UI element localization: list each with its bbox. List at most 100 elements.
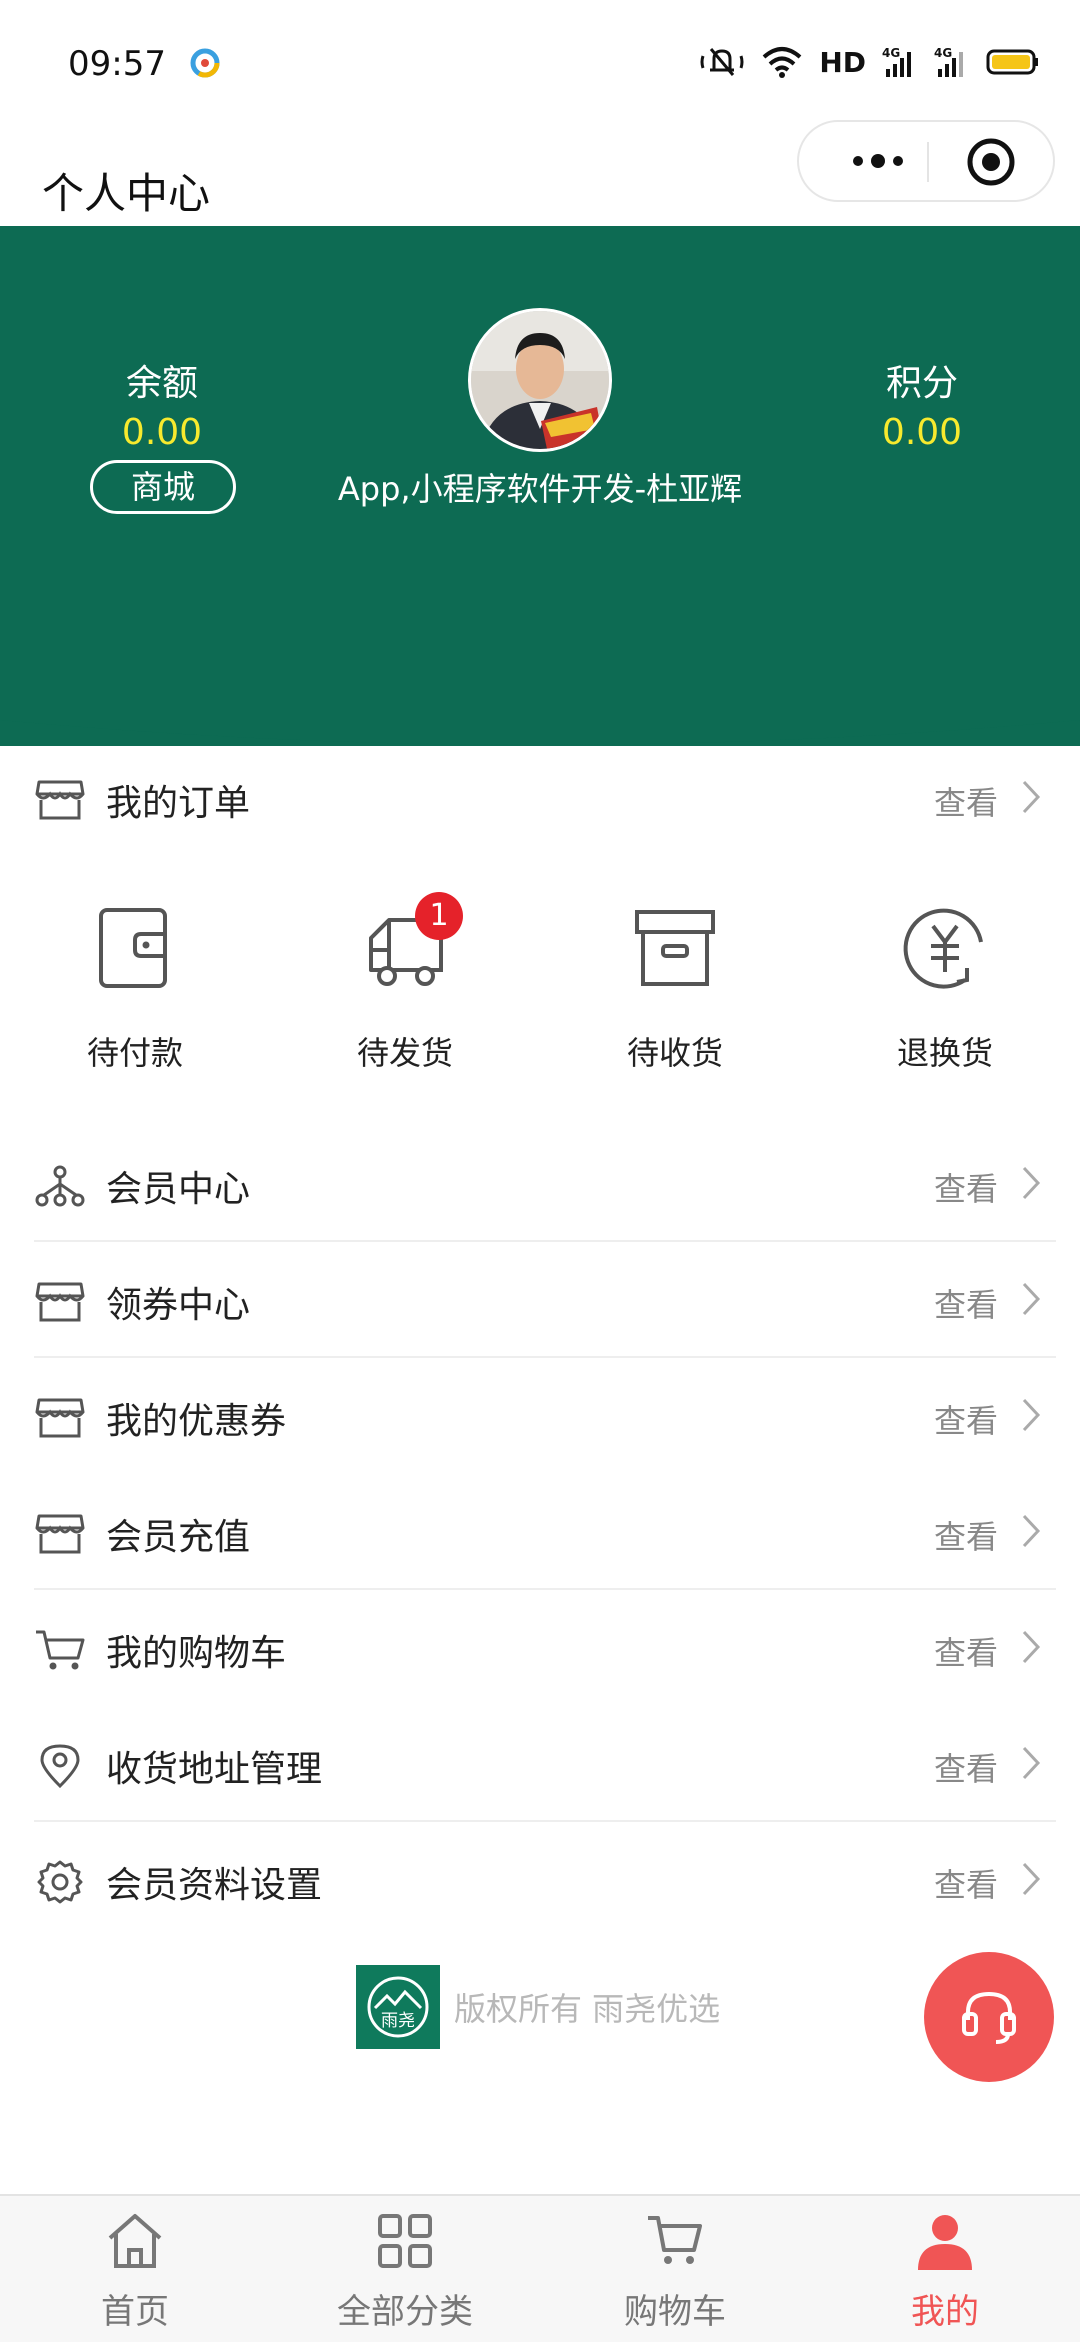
- capsule-divider: [927, 142, 929, 182]
- chevron-right-icon: [1022, 1398, 1041, 1432]
- status-bar: 09:57 HD 4G 4G: [0, 0, 1080, 130]
- grid-icon: [378, 2214, 432, 2268]
- menu-view-link[interactable]: 查看: [934, 1744, 998, 1790]
- balance-block[interactable]: 余额 0.00: [80, 354, 244, 453]
- menu-view-link[interactable]: 查看: [934, 1512, 998, 1558]
- menu-view-link[interactable]: 查看: [934, 1164, 998, 1210]
- brand-logo-mark: 雨尧: [367, 1976, 429, 2038]
- order-pending-shipment[interactable]: 1 待发货: [290, 880, 520, 1074]
- store-icon: [35, 1398, 85, 1438]
- tab-profile[interactable]: 我的: [810, 2196, 1080, 2342]
- order-status-grid: 待付款 1 待发货 待收货 退换货: [0, 880, 1080, 1110]
- points-block[interactable]: 积分 0.00: [840, 354, 1004, 453]
- menu-item-my-cart[interactable]: 我的购物车 查看: [0, 1590, 1080, 1706]
- headset-icon: [962, 1991, 1016, 2044]
- my-orders-label: 我的订单: [106, 783, 251, 824]
- chevron-right-icon: [1022, 1746, 1041, 1780]
- menu-view-link[interactable]: 查看: [934, 1280, 998, 1326]
- menu-item-member-center[interactable]: 会员中心 查看: [0, 1126, 1080, 1242]
- app-notification-icon: [190, 48, 220, 78]
- location-pin-icon: [40, 1744, 80, 1788]
- menu-view-link[interactable]: 查看: [934, 1396, 998, 1442]
- svg-text:4G: 4G: [882, 46, 900, 60]
- order-return-exchange-label: 退换货: [896, 1034, 993, 1072]
- mall-button[interactable]: 商城: [90, 460, 236, 514]
- signal-sim2-icon: 4G: [934, 46, 963, 77]
- order-pending-shipment-label: 待发货: [356, 1034, 453, 1072]
- chevron-right-icon: [1022, 1630, 1041, 1664]
- order-pending-receipt[interactable]: 待收货: [560, 880, 790, 1074]
- tab-label: 全部分类: [337, 2292, 473, 2332]
- order-pending-receipt-label: 待收货: [626, 1034, 723, 1072]
- menu-label: 会员中心: [106, 1169, 251, 1210]
- menu-item-coupon-center[interactable]: 领券中心 查看: [0, 1242, 1080, 1358]
- menu-item-member-recharge[interactable]: 会员充值 查看: [0, 1474, 1080, 1590]
- store-icon: [35, 780, 85, 820]
- balance-label: 余额: [125, 363, 198, 404]
- tab-cart[interactable]: 购物车: [540, 2196, 810, 2342]
- menu-label: 会员资料设置: [106, 1865, 323, 1906]
- gear-icon: [37, 1860, 83, 1904]
- menu-label: 我的购物车: [106, 1633, 287, 1674]
- chevron-right-icon: [1022, 780, 1041, 814]
- cart-icon: [648, 2216, 702, 2264]
- tab-label: 我的: [911, 2292, 979, 2332]
- cart-icon: [36, 1630, 85, 1670]
- hd-indicator: HD: [819, 45, 866, 79]
- pending-shipment-badge: 1: [415, 892, 463, 940]
- order-pending-payment-label: 待付款: [86, 1034, 183, 1072]
- points-label: 积分: [885, 363, 958, 404]
- bottom-tab-bar: 首页 全部分类 购物车 我的: [0, 2194, 1080, 2342]
- wallet-icon: [99, 908, 167, 988]
- chevron-right-icon: [1022, 1862, 1041, 1896]
- menu-label: 收货地址管理: [106, 1749, 323, 1790]
- points-value: 0.00: [881, 412, 963, 453]
- brand-logo-text: 雨尧: [381, 2011, 415, 2031]
- battery-icon: [986, 49, 1038, 75]
- customer-service-button[interactable]: [924, 1952, 1054, 2082]
- box-icon: [635, 910, 715, 986]
- view-all-orders-link[interactable]: 查看: [934, 778, 998, 824]
- menu-item-my-coupons[interactable]: 我的优惠券 查看: [0, 1358, 1080, 1474]
- menu-view-link[interactable]: 查看: [934, 1628, 998, 1674]
- footer-copyright: 雨尧 版权所有 雨尧优选: [356, 1964, 720, 2050]
- page-title: 个人中心: [42, 169, 211, 218]
- balance-value: 0.00: [121, 412, 203, 453]
- store-icon: [35, 1514, 85, 1554]
- chevron-right-icon: [1022, 1166, 1041, 1200]
- signal-sim1-icon: 4G: [882, 46, 911, 77]
- header-curve: [0, 660, 1080, 745]
- menu-item-address-management[interactable]: 收货地址管理 查看: [0, 1706, 1080, 1822]
- order-return-exchange[interactable]: 退换货: [830, 880, 1060, 1074]
- avatar[interactable]: [468, 308, 612, 452]
- menu-item-profile-settings[interactable]: 会员资料设置 查看: [0, 1822, 1080, 1938]
- my-orders-row[interactable]: 我的订单 查看: [0, 740, 1080, 856]
- svg-text:4G: 4G: [934, 46, 952, 60]
- menu-label: 我的优惠券: [106, 1401, 287, 1442]
- hierarchy-icon: [35, 1165, 85, 1207]
- yen-refund-icon: [903, 908, 983, 989]
- more-dots-icon: [853, 154, 903, 168]
- miniprogram-capsule: [797, 120, 1055, 202]
- avatar-photo: [471, 311, 609, 449]
- store-icon: [35, 1282, 85, 1322]
- person-icon: [918, 2215, 972, 2270]
- menu-label: 会员充值: [106, 1517, 251, 1558]
- mute-bell-icon: [700, 48, 744, 76]
- menu-label: 领券中心: [106, 1285, 251, 1326]
- chevron-right-icon: [1022, 1282, 1041, 1316]
- username: App,小程序软件开发-杜亚辉: [337, 470, 743, 508]
- copyright-text: 版权所有 雨尧优选: [454, 1990, 721, 2028]
- home-icon: [108, 2214, 162, 2268]
- brand-logo: 雨尧: [356, 1965, 440, 2049]
- tab-categories[interactable]: 全部分类: [270, 2196, 540, 2342]
- order-pending-payment[interactable]: 待付款: [20, 880, 250, 1074]
- status-indicators: HD 4G 4G: [699, 42, 1040, 82]
- chevron-right-icon: [1022, 1514, 1041, 1548]
- wifi-icon: [762, 47, 802, 78]
- tab-home[interactable]: 首页: [0, 2196, 270, 2342]
- more-options-button[interactable]: [833, 122, 923, 200]
- close-miniprogram-button[interactable]: [965, 136, 1017, 188]
- menu-view-link[interactable]: 查看: [934, 1860, 998, 1906]
- tab-label: 购物车: [624, 2292, 726, 2332]
